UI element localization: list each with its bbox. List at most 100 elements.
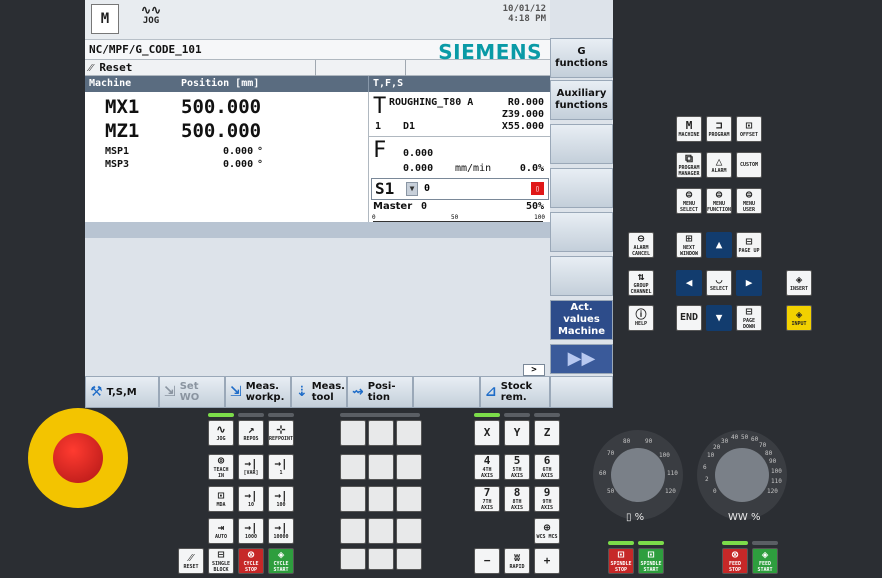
spindle-override-dial[interactable]: 50 60 70 80 90 100 110 120 [593,430,683,520]
select-key[interactable]: ◡ SELECT [706,270,732,296]
axis-5-key[interactable]: 5 5TH AXIS [504,454,530,480]
cursor-left-key[interactable]: ◀ [676,270,702,296]
increment-10000-key[interactable]: →| 10000 [268,518,294,544]
spindle-selector[interactable]: S1 ▼ 0 ▯ [371,178,549,200]
cursor-down-key[interactable]: ▼ [706,305,732,331]
user-key[interactable] [340,548,366,570]
plus-key[interactable]: + [534,548,560,574]
user-key[interactable] [396,548,422,570]
jog-waves-icon: ∿∿ [140,3,162,17]
user-key[interactable] [396,454,422,480]
softkey-act-values-machine[interactable]: Act. values Machine [550,300,613,340]
softkey-empty[interactable] [413,376,480,408]
spindle-start-key[interactable]: ⊡ SPINDLE START [638,548,664,574]
user-key[interactable] [396,518,422,544]
axis-x-key[interactable]: X [474,420,500,446]
machine-key[interactable]: M MACHINE [676,116,702,142]
chevron-down-icon[interactable]: ▼ [406,182,418,196]
increment-10-key[interactable]: →| 10 [238,486,264,512]
user-key[interactable] [340,486,366,512]
softkey-auxiliary-functions[interactable]: Auxiliary functions [550,80,613,120]
axis-z-key[interactable]: Z [534,420,560,446]
feed-start-key[interactable]: ◈ FEED START [752,548,778,574]
softkey-next-page[interactable]: ▶▶ [550,344,613,374]
user-key[interactable] [396,420,422,446]
menu-select-key[interactable]: ⊜ MENU SELECT [676,188,702,214]
user-key[interactable] [368,518,394,544]
cycle-stop-key[interactable]: ⊗ CYCLE STOP [238,548,264,574]
cursor-right-key[interactable]: ▶ [736,270,762,296]
cycle-start-key[interactable]: ◈ CYCLE START [268,548,294,574]
user-key[interactable] [368,454,394,480]
axis-unit: ° [257,146,264,157]
user-key[interactable] [340,420,366,446]
axis-7-key[interactable]: 7 7TH AXIS [474,486,500,512]
reset-key[interactable]: ⁄⁄ RESET [178,548,204,574]
next-window-icon: ⊞ [685,232,693,245]
softkey-tsm[interactable]: ⚒ T,S,M [85,376,159,408]
axis-6-key[interactable]: 6 6TH AXIS [534,454,560,480]
softkey-label: Meas. [311,381,345,392]
alarm-cancel-key[interactable]: ⊖ ALARM CANCEL [628,232,654,258]
menu-function-key[interactable]: ⊜ MENU FUNCTION [706,188,732,214]
offset-key[interactable]: ⊡ OFFSET [736,116,762,142]
softkey-empty[interactable] [550,168,613,208]
auto-key[interactable]: ⇥ AUTO [208,518,234,544]
user-key[interactable] [368,548,394,570]
input-key[interactable]: ◈ INPUT [786,305,812,331]
increment-1000-key[interactable]: →| 1000 [238,518,264,544]
mda-key[interactable]: ⊡ MDA [208,486,234,512]
program-key[interactable]: ⊐ PROGRAM [706,116,732,142]
emergency-stop-button[interactable] [53,433,103,483]
axis-8-key[interactable]: 8 8TH AXIS [504,486,530,512]
wcs-mcs-key[interactable]: ⊕ WCS MCS [534,518,560,544]
softkey-meas-workpiece[interactable]: ⇲ Meas. workp. [225,376,291,408]
axis-4-key[interactable]: 4 4TH AXIS [474,454,500,480]
next-window-key[interactable]: ⊞ NEXT WINDOW [676,232,702,258]
user-key[interactable] [396,486,422,512]
end-key[interactable]: END [676,305,702,331]
softkey-set-wo[interactable]: ⇲ Set WO [159,376,225,408]
cursor-up-key[interactable]: ▲ [706,232,732,258]
alarm-key[interactable]: △ ALARM [706,152,732,178]
softkey-meas-tool[interactable]: ⇣ Meas. tool [291,376,347,408]
jog-key[interactable]: ∿ JOG [208,420,234,446]
softkey-label: workp. [245,392,285,403]
user-key[interactable] [340,518,366,544]
spindle-stop-key[interactable]: ⊡ SPINDLE STOP [608,548,634,574]
softkey-empty[interactable] [550,124,613,164]
increment-1-key[interactable]: →| 1 [268,454,294,480]
key-label: MENU FUNCTION [706,201,732,213]
softkey-position[interactable]: ⇝ Posi- tion [347,376,413,408]
axis-9-key[interactable]: 9 9TH AXIS [534,486,560,512]
help-key[interactable]: ⓘ HELP [628,305,654,331]
repos-key[interactable]: ↗ REPOS [238,420,264,446]
custom-key[interactable]: CUSTOM [736,152,762,178]
user-key[interactable] [368,420,394,446]
group-channel-key[interactable]: ⇅ GROUP CHANNEL [628,270,654,296]
axis-y-key[interactable]: Y [504,420,530,446]
refpoint-key[interactable]: ⊹ REFPOINT [268,420,294,446]
user-key[interactable] [340,454,366,480]
softkey-stock-removal[interactable]: ⊿ Stock rem. [480,376,550,408]
single-block-key[interactable]: ⊟ SINGLE BLOCK [208,548,234,574]
var-increment-key[interactable]: →| [VAR] [238,454,264,480]
page-up-key[interactable]: ⊟ PAGE UP [736,232,762,258]
insert-key[interactable]: ◈ INSERT [786,270,812,296]
softkey-empty[interactable] [550,376,613,408]
softkey-g-functions[interactable]: G functions [550,38,613,78]
teach-in-key[interactable]: ⊚ TEACH IN [208,454,234,480]
scroll-right-button[interactable]: > [523,364,545,376]
minus-key[interactable]: − [474,548,500,574]
increment-100-key[interactable]: →| 100 [268,486,294,512]
softkey-empty[interactable] [550,256,613,296]
user-key[interactable] [368,486,394,512]
menu-user-key[interactable]: ⊜ MENU USER [736,188,762,214]
rapid-key[interactable]: ʬ RAPID [504,548,530,574]
feed-override-dial[interactable]: 0 2 6 10 20 30 40 50 60 70 80 90 100 110… [697,430,787,520]
softkey-empty[interactable] [550,212,613,252]
feed-stop-key[interactable]: ⊗ FEED STOP [722,548,748,574]
program-manager-key[interactable]: ⧉ PROGRAM MANAGER [676,152,702,178]
program-path-bar: NC/MPF/G_CODE_101 SIEMENS [85,40,550,64]
page-down-key[interactable]: ⊟ PAGE DOWN [736,305,762,331]
